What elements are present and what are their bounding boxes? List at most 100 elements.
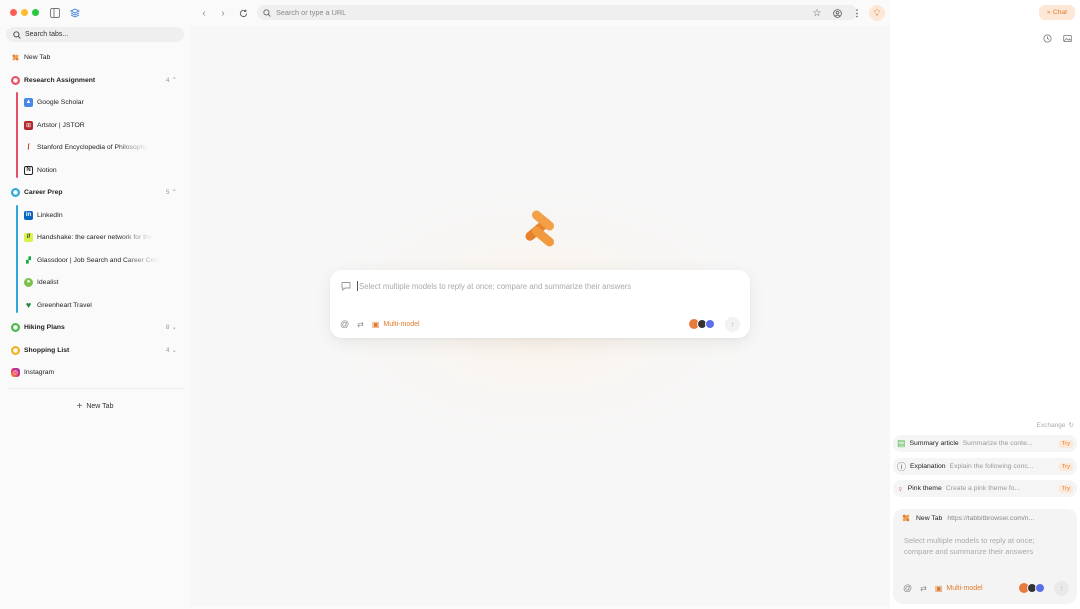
sidebar-divider (8, 388, 184, 389)
tab-glassdoor[interactable]: ▞ Glassdoor | Job Search and Career Com (0, 251, 190, 269)
suggestion-explanation[interactable]: ⓘ Explanation Explain the following conc… (893, 458, 1077, 475)
group-name: Career Prep (24, 188, 63, 196)
tab-instagram[interactable]: ◎ Instagram (0, 363, 190, 381)
side-chat-actions: @ ⇄ ▣ Multi-model ↑ (903, 580, 1069, 596)
model-avatars[interactable] (689, 319, 715, 329)
chevron-down-icon[interactable]: ⌄ (172, 323, 177, 331)
model-avatar-icon (1035, 583, 1045, 593)
sidebar-item-new-tab[interactable]: New Tab (0, 48, 190, 66)
tabbit-icon (12, 54, 19, 60)
settings-sliders-icon[interactable]: ⇄ (920, 584, 927, 593)
group-count: 8 ⌄ (165, 323, 177, 332)
side-chat-box[interactable]: New Tab https://tabbitbrowser.com/n... S… (893, 509, 1077, 604)
try-button[interactable]: Try (1058, 484, 1073, 493)
profile-icon[interactable] (831, 7, 843, 19)
jstor-icon: ⊞ (24, 120, 33, 130)
tab-linkedin[interactable]: in LinkedIn (0, 206, 190, 224)
close-window-button[interactable] (10, 9, 17, 16)
suggestion-summary-article[interactable]: ▤ Summary article Summarize the conte...… (893, 435, 1077, 452)
multi-model-chat-box[interactable]: Select multiple models to reply at once;… (330, 270, 750, 338)
group-color-icon: ◉ (11, 322, 20, 332)
address-bar-placeholder: Search or type a URL (276, 8, 347, 17)
group-shopping-list[interactable]: ◉ Shopping List 4 ⌄ (0, 341, 190, 359)
tab-jstor[interactable]: ⊞ Artstor | JSTOR (0, 116, 190, 134)
tab-idealist[interactable]: ● Idealist (0, 273, 190, 291)
instagram-icon: ◎ (11, 367, 20, 377)
tab-handshake[interactable]: // Handshake: the career network for the (0, 228, 190, 246)
group-count: 4 ⌄ (165, 346, 177, 355)
stanford-icon: ʃ (27, 144, 30, 150)
exchange-button[interactable]: Exchange ↻ (1037, 421, 1074, 430)
model-avatar-icon (705, 319, 715, 329)
chat-context-tab[interactable]: New Tab https://tabbitbrowser.com/n... (901, 513, 1034, 523)
reload-icon[interactable] (237, 7, 249, 19)
send-button[interactable]: ↑ (725, 316, 740, 332)
chevron-up-icon[interactable]: ⌃ (172, 188, 177, 196)
tabbit-icon (902, 514, 910, 522)
maximize-window-button[interactable] (32, 9, 39, 16)
chevron-up-icon[interactable]: ⌃ (172, 76, 177, 84)
try-button[interactable]: Try (1058, 439, 1073, 448)
idealist-icon: ● (24, 277, 33, 287)
chat-toggle-button[interactable]: » Chat (1039, 5, 1075, 20)
notion-icon: N (24, 165, 33, 175)
try-button[interactable]: Try (1058, 462, 1073, 471)
settings-sliders-icon[interactable]: ⇄ (357, 320, 364, 329)
multi-model-icon[interactable]: ▣ (372, 320, 380, 329)
at-mention-icon[interactable]: @ (340, 319, 349, 329)
sidebar-toggle-icon[interactable] (49, 7, 61, 19)
new-tab-button[interactable]: + New Tab (0, 400, 190, 412)
plus-icon: + (76, 400, 83, 412)
bookmark-star-icon[interactable]: ☆ (811, 7, 823, 19)
summary-icon: ▤ (897, 438, 906, 448)
chat-prompt[interactable]: Select multiple models to reply at once;… (341, 281, 631, 291)
group-count: 5 ⌃ (165, 188, 177, 197)
minimize-window-button[interactable] (21, 9, 28, 16)
address-bar[interactable]: Search or type a URL (257, 5, 857, 20)
bulb-icon: ♀ (897, 483, 904, 494)
forward-icon[interactable]: › (217, 7, 229, 19)
refresh-icon: ↻ (1068, 422, 1074, 429)
group-color-icon: ◉ (11, 75, 20, 85)
main-content: Select multiple models to reply at once;… (190, 26, 890, 606)
search-icon (263, 8, 271, 17)
group-research-assignment[interactable]: ◉ Research Assignment 4 ⌃ (0, 71, 190, 89)
group-name: Research Assignment (24, 76, 96, 84)
search-icon (13, 30, 21, 39)
group-career-prep[interactable]: ◉ Career Prep 5 ⌃ (0, 183, 190, 201)
expand-icon: » (1046, 9, 1051, 16)
chevron-down-icon[interactable]: ⌄ (172, 346, 177, 354)
suggestion-pink-theme[interactable]: ♀ Pink theme Create a pink theme fo... T… (893, 480, 1077, 497)
more-menu-icon[interactable]: ⋮ (851, 7, 863, 19)
multi-model-icon[interactable]: ▣ (935, 584, 943, 593)
group-name: Shopping List (24, 346, 70, 354)
tab-notion[interactable]: N Notion (0, 161, 190, 179)
model-avatars[interactable] (1019, 583, 1045, 593)
greenheart-icon: ♥ (25, 300, 32, 310)
tab-stanford-encyclopedia[interactable]: ʃ Stanford Encyclopedia of Philosophy (0, 138, 190, 156)
lightbulb-icon[interactable]: 💡︎ (869, 5, 885, 21)
linkedin-icon: in (24, 210, 33, 220)
right-panel: » Chat Exchange ↻ ▤ Summary article Summ… (890, 0, 1080, 609)
back-icon[interactable]: ‹ (198, 7, 210, 19)
sidebar-item-label: New Tab (24, 53, 51, 61)
google-scholar-icon: ▲ (24, 97, 33, 107)
chat-placeholder: Select multiple models to reply at once;… (359, 281, 632, 291)
search-tabs-input[interactable]: Search tabs... (6, 27, 184, 42)
handshake-icon: // (24, 232, 33, 242)
image-icon[interactable] (1061, 32, 1073, 44)
group-color-icon: ◉ (11, 345, 20, 355)
layers-icon[interactable] (69, 7, 81, 19)
group-hiking-plans[interactable]: ◉ Hiking Plans 8 ⌄ (0, 318, 190, 336)
tab-greenheart[interactable]: ♥ Greenheart Travel (0, 296, 190, 314)
glassdoor-icon: ▞ (26, 257, 31, 264)
multi-model-button[interactable]: Multi-model (383, 321, 419, 328)
tab-google-scholar[interactable]: ▲ Google Scholar (0, 93, 190, 111)
window-controls (10, 9, 39, 16)
send-button[interactable]: ↑ (1054, 580, 1069, 596)
multi-model-button[interactable]: Multi-model (946, 585, 982, 592)
toolbar: ‹ › Search or type a URL ☆ ⋮ 💡︎ (190, 0, 890, 26)
at-mention-icon[interactable]: @ (903, 583, 912, 593)
history-icon[interactable] (1041, 32, 1053, 44)
side-chat-placeholder[interactable]: Select multiple models to reply at once;… (904, 535, 1064, 557)
